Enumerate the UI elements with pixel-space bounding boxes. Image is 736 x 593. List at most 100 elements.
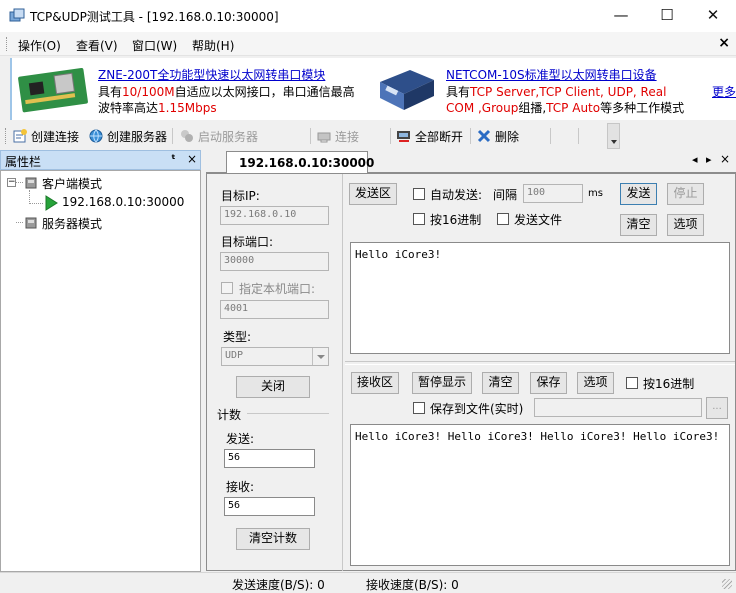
tab-label: 192.168.0.10:30000 <box>239 156 375 170</box>
clear-count-button[interactable]: 清空计数 <box>236 528 310 550</box>
create-connection-button[interactable]: 创建连接 <box>12 127 79 145</box>
ad2-line2-post: 等多种工作模式 <box>600 101 685 115</box>
recv-count-label: 接收: <box>226 480 255 494</box>
tab-scroll-right-icon[interactable]: ▸ <box>706 153 712 166</box>
tree-line <box>16 222 23 223</box>
target-port-field[interactable]: 30000 <box>220 252 329 271</box>
play-icon <box>45 195 58 211</box>
type-select[interactable]: UDP <box>221 347 329 366</box>
tab-scroll-left-icon[interactable]: ◂ <box>692 153 698 166</box>
ad1-line1: 具有10/100M自适应以太网接口，串口通信最高 <box>98 83 355 100</box>
delete-icon <box>477 129 491 143</box>
sent-count-field[interactable]: 56 <box>224 449 315 468</box>
tree-server-mode[interactable]: 服务器模式 <box>42 215 102 232</box>
target-ip-label: 目标IP: <box>221 189 260 203</box>
disconnect-all-button[interactable]: 全部断开 <box>396 127 463 145</box>
start-server-button[interactable]: 启动服务器 <box>179 127 258 145</box>
close-window-button[interactable]: ✕ <box>690 0 736 32</box>
toolbar-grip <box>5 128 8 144</box>
delete-label: 删除 <box>495 129 520 144</box>
save-file-path-field[interactable] <box>534 398 702 417</box>
receive-options-button[interactable]: 选项 <box>577 372 614 394</box>
pin-icon[interactable]: ᵗ <box>171 152 176 166</box>
stop-button[interactable]: 停止 <box>667 183 704 205</box>
create-server-button[interactable]: 创建服务器 <box>88 127 167 145</box>
receive-area-label: 接收区 <box>351 372 399 394</box>
send-file-checkbox[interactable] <box>497 213 509 225</box>
chevron-down-icon <box>611 140 617 144</box>
save-to-file-checkbox[interactable] <box>413 402 425 414</box>
maximize-button[interactable]: ☐ <box>644 0 690 32</box>
counter-group-title: 计数 <box>217 408 242 422</box>
hex-display-checkbox[interactable] <box>626 377 638 389</box>
tree-connection-item[interactable]: 192.168.0.10:30000 <box>62 195 184 209</box>
tab-connection[interactable]: 192.168.0.10:30000 <box>226 151 374 174</box>
dropdown-button[interactable] <box>312 348 328 365</box>
app-icon <box>9 8 25 22</box>
menu-window[interactable]: 窗口(W) <box>132 37 177 54</box>
menu-view[interactable]: 查看(V) <box>76 37 118 54</box>
interval-unit: ms <box>588 188 603 199</box>
delete-button[interactable]: 删除 <box>476 127 519 145</box>
receive-clear-button[interactable]: 清空 <box>482 372 519 394</box>
target-ip-field[interactable]: 192.168.0.10 <box>220 206 329 225</box>
connection-content: 目标IP: 192.168.0.10 目标端口: 30000 指定本机端口: 4… <box>206 173 736 571</box>
window-title: TCP&UDP测试工具 - [192.168.0.10:30000] <box>30 10 279 24</box>
connect-label: 连接 <box>335 129 360 144</box>
menu-grip <box>6 37 9 51</box>
ad2-line1: 具有TCP Server,TCP Client, UDP, Real <box>446 83 666 100</box>
ad1-title-link[interactable]: ZNE-200T全功能型快速以太网转串口模块 <box>98 66 325 83</box>
sent-count-label: 发送: <box>226 432 255 446</box>
local-port-label: 指定本机端口: <box>239 282 316 296</box>
send-options-button[interactable]: 选项 <box>667 214 704 236</box>
send-speed-status: 发送速度(B/S): 0 <box>232 578 325 592</box>
ad1-line2: 波特率高达1.15Mbps <box>98 99 217 116</box>
ad-more-link[interactable]: 更多 <box>712 83 736 100</box>
create-server-label: 创建服务器 <box>107 129 168 144</box>
splitter[interactable] <box>345 361 735 365</box>
ad2-line2: COM ,Group组播,TCP Auto等多种工作模式 <box>446 99 684 116</box>
receive-save-button[interactable]: 保存 <box>530 372 567 394</box>
pause-display-button[interactable]: 暂停显示 <box>412 372 472 394</box>
menu-operate[interactable]: 操作(O) <box>18 37 61 54</box>
start-server-icon <box>181 130 193 142</box>
disconnect-all-icon <box>397 131 410 142</box>
tab-close-icon[interactable]: × <box>720 152 730 166</box>
auto-send-checkbox[interactable] <box>413 188 425 200</box>
ad2-line1-red: TCP Server,TCP Client, UDP, Real <box>470 85 667 99</box>
ad1-line2-pre: 波特率高达 <box>98 101 159 115</box>
minimize-button[interactable]: — <box>598 0 644 32</box>
send-clear-button[interactable]: 清空 <box>620 214 657 236</box>
ad2-line1-pre: 具有 <box>446 85 471 99</box>
mdi-close-button[interactable]: × <box>718 35 730 51</box>
hex-send-checkbox[interactable] <box>413 213 425 225</box>
ad2-line2-red1: COM ,Group <box>446 101 519 115</box>
browse-button[interactable]: ... <box>706 397 728 419</box>
toolbar-separator <box>578 128 579 144</box>
resize-grip[interactable] <box>722 579 732 589</box>
ad2-title-link[interactable]: NETCOM-10S标准型以太网转串口设备 <box>446 66 657 83</box>
menu-help[interactable]: 帮助(H) <box>192 37 234 54</box>
connect-button[interactable]: 连接 <box>316 127 359 145</box>
send-button[interactable]: 发送 <box>620 183 657 205</box>
recv-speed-status: 接收速度(B/S): 0 <box>366 578 459 592</box>
tree-expander[interactable]: − <box>7 178 16 187</box>
save-to-file-label: 保存到文件(实时) <box>430 402 524 416</box>
send-textbox[interactable]: Hello iCore3! <box>350 242 730 354</box>
receive-textbox[interactable]: Hello iCore3! Hello iCore3! Hello iCore3… <box>350 424 730 566</box>
title-bar[interactable]: TCP&UDP测试工具 - [192.168.0.10:30000] — ☐ ✕ <box>0 0 736 32</box>
toolbar-separator <box>172 128 173 144</box>
toolbar-overflow-button[interactable] <box>607 123 620 149</box>
local-port-field[interactable]: 4001 <box>220 300 329 319</box>
recv-count-field[interactable]: 56 <box>224 497 315 516</box>
interval-field[interactable]: 100 <box>523 184 583 203</box>
close-connection-button[interactable]: 关闭 <box>236 376 310 398</box>
toolbar-separator <box>550 128 551 144</box>
type-select-value: UDP <box>225 350 244 361</box>
panel-close-icon[interactable]: × <box>187 152 197 166</box>
local-port-checkbox[interactable] <box>221 282 233 294</box>
tree-client-mode[interactable]: 客户端模式 <box>42 175 102 192</box>
server-mode-icon <box>25 217 37 229</box>
auto-send-label: 自动发送: <box>430 188 483 202</box>
ad1-line1-pre: 具有 <box>98 85 123 99</box>
